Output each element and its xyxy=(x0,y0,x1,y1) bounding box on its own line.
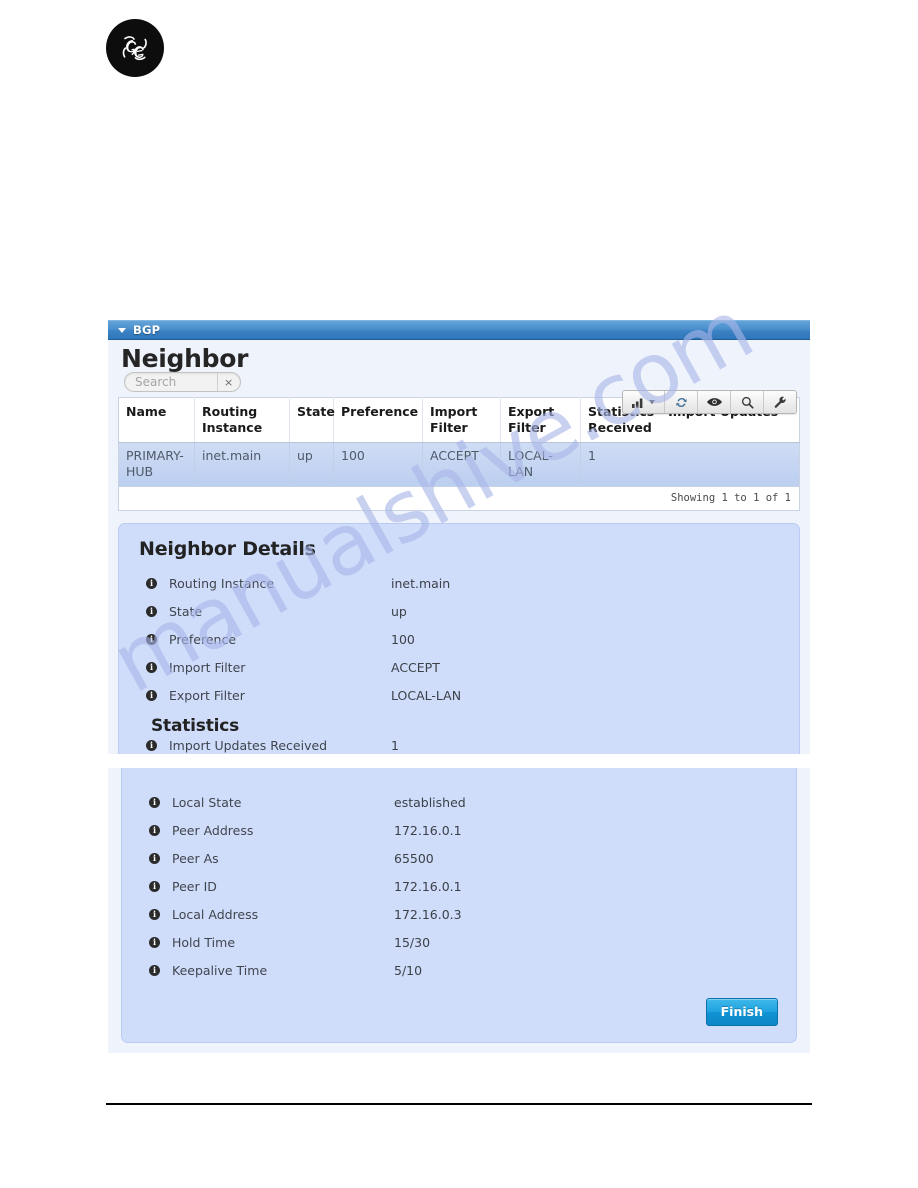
page-footer-rule xyxy=(106,1103,812,1105)
detail-value: 15/30 xyxy=(394,934,431,950)
search-button[interactable] xyxy=(730,391,763,413)
info-icon[interactable]: i xyxy=(149,824,160,836)
info-icon[interactable]: i xyxy=(149,908,160,920)
detail-row-import-updates-received: i Import Updates Received 1 xyxy=(135,738,783,754)
table-row[interactable]: PRIMARY-HUB inet.main up 100 ACCEPT LOCA… xyxy=(118,442,800,486)
detail-row-routing-instance: i Routing Instance inet.main xyxy=(135,576,783,592)
detail-value: 172.16.0.1 xyxy=(394,822,462,838)
chart-menu-button[interactable] xyxy=(623,391,664,413)
detail-value: established xyxy=(394,794,466,810)
detail-row-import-filter: i Import Filter ACCEPT xyxy=(135,660,783,676)
detail-label: State xyxy=(169,604,203,619)
column-header-state[interactable]: State xyxy=(289,397,335,444)
detail-value: 100 xyxy=(391,632,415,647)
detail-value: up xyxy=(391,604,407,619)
search-input[interactable] xyxy=(125,373,217,391)
settings-button[interactable] xyxy=(763,391,796,413)
detail-row-export-filter: i Export Filter LOCAL-LAN xyxy=(135,688,783,704)
column-header-preference[interactable]: Preference xyxy=(333,397,423,444)
bgp-title-bar[interactable]: BGP xyxy=(108,320,810,340)
eye-icon xyxy=(706,397,722,407)
info-icon[interactable]: i xyxy=(149,852,160,864)
detail-row-local-address: i Local Address 172.16.0.3 xyxy=(138,906,780,922)
detail-value: 65500 xyxy=(394,850,434,866)
detail-row-peer-as: i Peer As 65500 xyxy=(138,850,780,866)
detail-row-peer-address: i Peer Address 172.16.0.1 xyxy=(138,822,780,838)
column-header-import-filter[interactable]: Import Filter xyxy=(422,397,501,444)
detail-label: Keepalive Time xyxy=(172,962,268,978)
detail-row-preference: i Preference 100 xyxy=(135,632,783,648)
cell-export-filter: LOCAL-LAN xyxy=(500,442,581,486)
details-title: Neighbor Details xyxy=(139,537,316,560)
wrench-icon xyxy=(774,396,787,409)
info-icon[interactable]: i xyxy=(146,690,157,701)
info-icon[interactable]: i xyxy=(149,964,160,976)
info-icon[interactable]: i xyxy=(149,880,160,892)
info-icon[interactable]: i xyxy=(146,578,157,589)
detail-label: Import Updates Received xyxy=(169,738,328,753)
bar-chart-icon xyxy=(632,397,645,408)
cell-statistics-import-updates-received: 1 xyxy=(588,448,596,464)
refresh-icon xyxy=(675,396,688,409)
table-footer-count: Showing 1 to 1 of 1 xyxy=(118,486,800,511)
page-break-gap xyxy=(108,754,810,768)
chevron-down-icon xyxy=(649,400,655,404)
bgp-title-label: BGP xyxy=(133,323,161,337)
detail-value: 5/10 xyxy=(394,962,423,978)
column-header-routing-instance[interactable]: Routing Instance xyxy=(194,397,290,444)
refresh-button[interactable] xyxy=(664,391,697,413)
list-header: Neighbor × xyxy=(118,344,800,414)
detail-label: Local State xyxy=(172,794,242,810)
detail-row-local-state: i Local State established xyxy=(138,794,780,810)
info-icon[interactable]: i xyxy=(149,796,160,808)
info-icon[interactable]: i xyxy=(146,606,157,617)
search-box[interactable]: × xyxy=(124,372,241,392)
cell-import-filter: ACCEPT xyxy=(422,442,501,486)
info-icon[interactable]: i xyxy=(146,662,157,673)
details-continued: i Local State established i Peer Address… xyxy=(121,768,797,1043)
info-icon[interactable]: i xyxy=(146,634,157,645)
detail-row-hold-time: i Hold Time 15/30 xyxy=(138,934,780,950)
detail-label: Hold Time xyxy=(172,934,236,950)
detail-label: Peer Address xyxy=(172,822,254,838)
detail-label: Preference xyxy=(169,632,237,647)
finish-row: Finish xyxy=(138,990,780,1032)
detail-value: 172.16.0.1 xyxy=(394,878,462,894)
column-header-export-filter[interactable]: Export Filter xyxy=(500,397,581,444)
detail-label: Export Filter xyxy=(169,688,245,703)
detail-label: Import Filter xyxy=(169,660,246,675)
table-toolbar xyxy=(622,390,797,414)
cell-state: up xyxy=(289,442,334,486)
caret-down-icon[interactable] xyxy=(118,327,126,333)
view-button[interactable] xyxy=(697,391,730,413)
detail-label: Peer As xyxy=(172,850,219,866)
cell-routing-instance: inet.main xyxy=(194,442,290,486)
detail-label: Local Address xyxy=(172,906,259,922)
ge-logo xyxy=(106,19,164,77)
magnifier-icon xyxy=(741,396,754,409)
page-title: Neighbor xyxy=(121,344,249,373)
detail-row-peer-id: i Peer ID 172.16.0.1 xyxy=(138,878,780,894)
cell-preference: 100 xyxy=(333,442,423,486)
detail-row-state: i State up xyxy=(135,604,783,620)
search-clear-button[interactable]: × xyxy=(217,373,239,391)
detail-value: ACCEPT xyxy=(391,660,440,675)
detail-value: 1 xyxy=(391,738,399,753)
bgp-window: BGP Neighbor × xyxy=(108,320,810,1053)
column-header-name[interactable]: Name xyxy=(118,397,195,444)
detail-value: inet.main xyxy=(391,576,451,591)
neighbor-details-panel: Neighbor Details i Routing Instance inet… xyxy=(118,522,800,754)
detail-value: 172.16.0.3 xyxy=(394,906,462,922)
info-icon[interactable]: i xyxy=(149,936,160,948)
detail-value: LOCAL-LAN xyxy=(391,688,462,703)
detail-label: Routing Instance xyxy=(169,576,275,591)
neighbor-details-continued-panel: i Local State established i Peer Address… xyxy=(108,768,810,1053)
cell-name: PRIMARY-HUB xyxy=(118,442,195,486)
detail-label: Peer ID xyxy=(172,878,217,894)
statistics-title: Statistics xyxy=(151,715,240,736)
finish-button[interactable]: Finish xyxy=(705,998,778,1026)
detail-row-keepalive-time: i Keepalive Time 5/10 xyxy=(138,962,780,978)
info-icon[interactable]: i xyxy=(146,740,157,751)
neighbor-list-panel: Neighbor × xyxy=(108,340,810,754)
